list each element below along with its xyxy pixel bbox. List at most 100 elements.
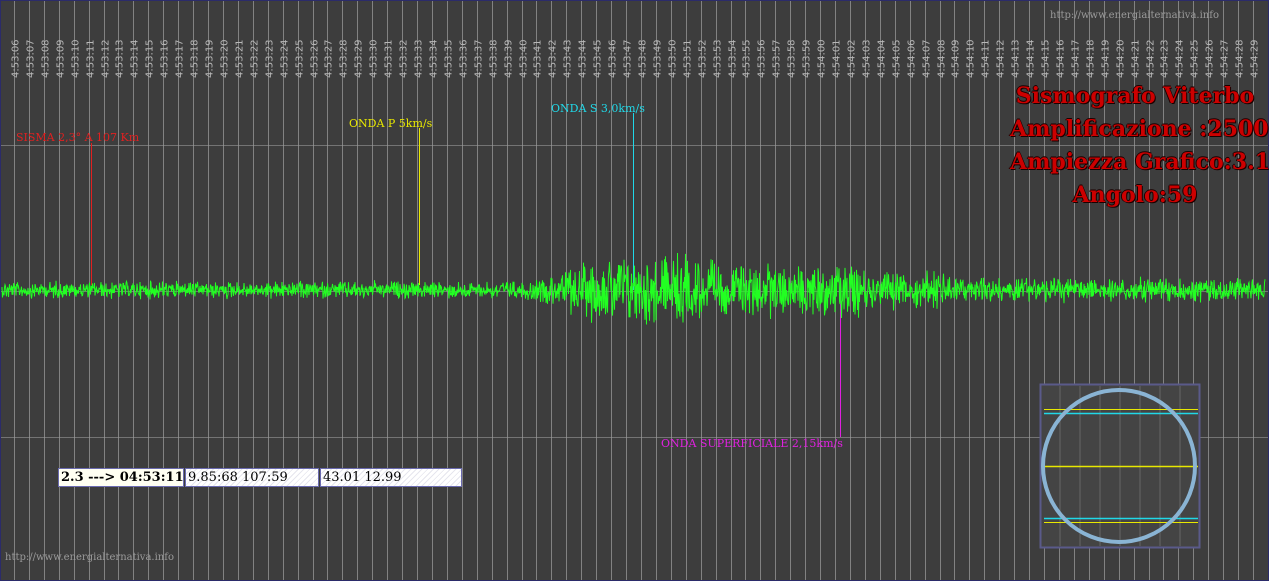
time-tick-label: 4:53:13 (115, 39, 126, 78)
graph-amplitude: Ampiezza Grafico:3.13 (1010, 149, 1269, 175)
time-tick-label: 4:53:16 (160, 39, 171, 78)
watermark-top: http://www.energialternativa.info (1050, 10, 1219, 21)
time-tick-label: 4:53:41 (533, 39, 544, 78)
watermark-bottom: http://www.energialternativa.info (5, 552, 174, 563)
orientation-inset (1039, 383, 1201, 549)
seismograph-window: 4:53:06 4:53:07 4:53:08 4:53:09 4:53:10 4:53:… (0, 0, 1269, 581)
time-tick-label: 4:53:23 (265, 39, 276, 78)
time-tick-label: 4:53:18 (190, 39, 201, 78)
time-tick-label: 4:53:27 (324, 39, 335, 78)
time-tick-label: 4:54:22 (1146, 39, 1157, 78)
time-tick-label: 4:54:05 (892, 39, 903, 78)
time-tick-label: 4:53:28 (339, 39, 350, 78)
time-tick-label: 4:54:21 (1131, 39, 1142, 78)
time-tick-label: 4:54:04 (877, 39, 888, 78)
station-info-block: Sismografo Viterbo Amplificazione :2500 … (1010, 80, 1269, 212)
time-tick-label: 4:53:22 (250, 39, 261, 78)
coordinates-box-2: 43.01 12.99 (320, 468, 462, 487)
onda-s-marker-label: ONDA S 3,0km/s (551, 102, 645, 115)
event-time-box: 2.3 ---> 04:53:11 (58, 468, 184, 487)
time-tick-label: 4:53:12 (101, 39, 112, 78)
time-tick-label: 4:54:06 (907, 39, 918, 78)
time-tick-label: 4:53:36 (459, 39, 470, 78)
time-tick-label: 4:54:14 (1026, 39, 1037, 78)
time-tick-label: 4:54:00 (817, 39, 828, 78)
angle: Angolo:59 (1072, 182, 1198, 208)
time-tick-label: 4:53:20 (220, 39, 231, 78)
time-tick-label: 4:54:28 (1235, 39, 1246, 78)
time-tick-label: 4:53:08 (41, 39, 52, 78)
time-tick-label: 4:53:32 (399, 39, 410, 78)
time-tick-label: 4:53:44 (578, 39, 589, 78)
time-tick-label: 4:54:23 (1160, 39, 1171, 78)
time-tick-label: 4:53:58 (787, 39, 798, 78)
time-tick-label: 4:53:25 (295, 39, 306, 78)
time-tick-label: 4:53:54 (728, 39, 739, 78)
time-tick-label: 4:53:50 (668, 39, 679, 78)
onda-superficiale-marker-label: ONDA SUPERFICIALE 2,15km/s (661, 437, 843, 450)
time-tick-label: 4:54:10 (966, 39, 977, 78)
time-tick-label: 4:54:25 (1190, 39, 1201, 78)
time-tick-label: 4:53:37 (474, 39, 485, 78)
time-tick-label: 4:53:17 (175, 39, 186, 78)
time-tick-label: 4:53:21 (235, 39, 246, 78)
time-tick-label: 4:53:09 (56, 39, 67, 78)
time-tick-label: 4:53:59 (802, 39, 813, 78)
time-tick-label: 4:53:53 (713, 39, 724, 78)
time-tick-label: 4:53:43 (563, 39, 574, 78)
time-tick-label: 4:53:47 (623, 39, 634, 78)
time-tick-label: 4:53:29 (354, 39, 365, 78)
amplification: Amplificazione :2500 (1010, 116, 1269, 142)
time-tick-label: 4:54:12 (996, 39, 1007, 78)
time-tick-label: 4:54:13 (1011, 39, 1022, 78)
time-tick-label: 4:53:06 (11, 39, 22, 78)
time-tick-label: 4:53:24 (280, 39, 291, 78)
time-tick-label: 4:53:56 (757, 39, 768, 78)
time-tick-label: 4:54:18 (1086, 39, 1097, 78)
time-tick-label: 4:54:11 (981, 39, 992, 78)
time-tick-label: 4:53:48 (638, 39, 649, 78)
time-tick-label: 4:54:19 (1101, 39, 1112, 78)
station-name: Sismografo Viterbo (1015, 83, 1255, 109)
time-tick-label: 4:53:10 (71, 39, 82, 78)
sisma-marker-label: SISMA 2,3° A 107 Km (16, 131, 140, 144)
time-tick-label: 4:53:38 (489, 39, 500, 78)
time-tick-label: 4:54:03 (862, 39, 873, 78)
time-tick-label: 4:54:26 (1205, 39, 1216, 78)
time-tick-label: 4:53:52 (698, 39, 709, 78)
time-tick-label: 4:54:29 (1250, 39, 1261, 78)
time-tick-label: 4:53:57 (772, 39, 783, 78)
time-tick-label: 4:53:15 (145, 39, 156, 78)
time-tick-label: 4:53:40 (519, 39, 530, 78)
time-tick-label: 4:53:51 (683, 39, 694, 78)
time-tick-label: 4:54:01 (832, 39, 843, 78)
time-tick-label: 4:54:20 (1116, 39, 1127, 78)
time-tick-label: 4:53:07 (26, 39, 37, 78)
time-tick-label: 4:54:27 (1220, 39, 1231, 78)
time-tick-label: 4:54:16 (1056, 39, 1067, 78)
time-tick-label: 4:53:42 (548, 39, 559, 78)
time-tick-label: 4:54:09 (951, 39, 962, 78)
time-tick-label: 4:54:15 (1041, 39, 1052, 78)
time-tick-label: 4:53:14 (130, 39, 141, 78)
onda-p-marker-label: ONDA P 5km/s (349, 117, 433, 130)
time-tick-label: 4:53:45 (593, 39, 604, 78)
time-tick-label: 4:53:49 (653, 39, 664, 78)
time-tick-label: 4:53:30 (369, 39, 380, 78)
time-tick-label: 4:53:46 (608, 39, 619, 78)
time-tick-label: 4:54:17 (1071, 39, 1082, 78)
time-tick-label: 4:53:31 (384, 39, 395, 78)
time-tick-label: 4:54:02 (847, 39, 858, 78)
time-tick-label: 4:53:11 (86, 39, 97, 78)
time-tick-label: 4:53:55 (742, 39, 753, 78)
time-tick-label: 4:53:19 (205, 39, 216, 78)
time-tick-label: 4:53:26 (310, 39, 321, 78)
time-tick-label: 4:54:07 (922, 39, 933, 78)
time-tick-label: 4:54:08 (937, 39, 948, 78)
time-axis-labels: 4:53:06 4:53:07 4:53:08 4:53:09 4:53:10 4:53:… (11, 39, 1261, 78)
time-tick-label: 4:53:35 (444, 39, 455, 78)
time-tick-label: 4:53:34 (429, 39, 440, 78)
time-tick-label: 4:53:33 (414, 39, 425, 78)
time-tick-label: 4:54:24 (1175, 39, 1186, 78)
wave-marker-lines (91, 113, 841, 437)
